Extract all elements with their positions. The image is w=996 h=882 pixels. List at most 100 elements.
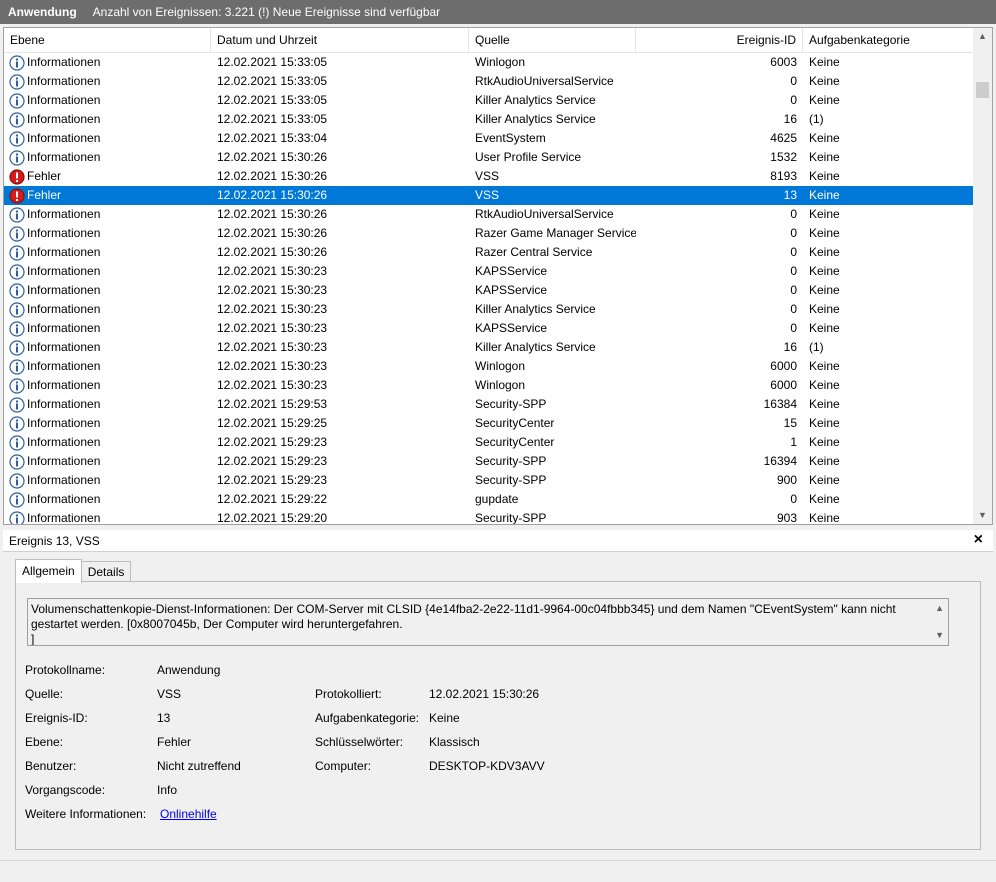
level-text: Informationen <box>27 131 101 145</box>
column-task-category[interactable]: Aufgabenkategorie <box>803 28 974 53</box>
cell-date: 12.02.2021 15:30:23 <box>217 283 328 297</box>
info-icon <box>9 225 25 242</box>
cell-event-id: 0 <box>790 74 797 88</box>
cell-source: RtkAudioUniversalService <box>475 207 614 221</box>
message-line: Volumenschattenkopie-Dienst-Informatione… <box>31 602 896 616</box>
cell-task-category: Keine <box>809 473 840 487</box>
logged-label: Protokolliert: <box>315 687 382 701</box>
info-icon <box>9 377 25 394</box>
level-text: Informationen <box>27 150 101 164</box>
close-icon[interactable]: × <box>974 531 983 549</box>
event-rows: Informationen 12.02.2021 15:33:05 Winlogon… <box>4 53 974 525</box>
tab-details[interactable]: Details <box>80 561 132 582</box>
info-icon <box>9 491 25 508</box>
table-row[interactable]: Informationen 12.02.2021 15:30:23 Killer A… <box>4 338 974 357</box>
cell-event-id: 16384 <box>763 397 797 411</box>
cell-event-id: 15 <box>783 416 797 430</box>
message-scroll-up-icon[interactable]: ▲ <box>935 601 944 616</box>
table-row[interactable]: Informationen 12.02.2021 15:30:23 KAPSServ… <box>4 319 974 338</box>
level-text: Informationen <box>27 378 101 392</box>
scroll-down-icon[interactable]: ▼ <box>973 507 992 524</box>
cell-date: 12.02.2021 15:30:23 <box>217 264 328 278</box>
log-name: Anwendung <box>8 5 77 19</box>
cell-source: Security-SPP <box>475 511 547 525</box>
cell-level: Informationen <box>4 338 211 357</box>
table-row[interactable]: Informationen 12.02.2021 15:33:05 RtkAudio… <box>4 72 974 91</box>
event-message[interactable]: Volumenschattenkopie-Dienst-Informatione… <box>27 598 949 646</box>
cell-date: 12.02.2021 15:29:23 <box>217 435 328 449</box>
cell-source: Security-SPP <box>475 454 547 468</box>
table-row[interactable]: Informationen 12.02.2021 15:30:23 Killer A… <box>4 300 974 319</box>
table-row[interactable]: Informationen 12.02.2021 15:30:23 Winlogon… <box>4 376 974 395</box>
task-category-value: Keine <box>429 711 460 725</box>
cell-task-category: Keine <box>809 188 840 202</box>
table-row[interactable]: Informationen 12.02.2021 15:33:05 Killer A… <box>4 91 974 110</box>
table-row[interactable]: Informationen 12.02.2021 15:33:04 EventSys… <box>4 129 974 148</box>
cell-source: KAPSService <box>475 321 548 335</box>
cell-event-id: 0 <box>790 302 797 316</box>
table-row[interactable]: Informationen 12.02.2021 15:29:23 Security… <box>4 433 974 452</box>
level-label: Ebene: <box>25 735 64 749</box>
cell-date: 12.02.2021 15:29:23 <box>217 454 328 468</box>
online-help-link[interactable]: Onlinehilfe <box>160 807 217 821</box>
table-row[interactable]: Informationen 12.02.2021 15:33:05 Killer A… <box>4 110 974 129</box>
column-level[interactable]: Ebene <box>4 28 211 53</box>
table-row[interactable]: Informationen 12.02.2021 15:30:26 Razer Ga… <box>4 224 974 243</box>
level-text: Informationen <box>27 454 101 468</box>
log-title-bar: Anwendung Anzahl von Ereignissen: 3.221 … <box>0 0 996 24</box>
column-date[interactable]: Datum und Uhrzeit <box>211 28 469 53</box>
table-row[interactable]: Informationen 12.02.2021 15:30:23 Winlogon… <box>4 357 974 376</box>
info-icon <box>9 434 25 451</box>
level-text: Informationen <box>27 283 101 297</box>
tab-general[interactable]: Allgemein <box>15 559 82 583</box>
cell-source: Security-SPP <box>475 397 547 411</box>
table-row[interactable]: Fehler 12.02.2021 15:30:26 VSS 8193 Keine <box>4 167 974 186</box>
detail-title: Ereignis 13, VSS <box>9 533 100 548</box>
message-scroll-down-icon[interactable]: ▼ <box>935 628 944 643</box>
info-icon <box>9 282 25 299</box>
scroll-thumb[interactable] <box>976 82 989 98</box>
level-text: Informationen <box>27 55 101 69</box>
cell-task-category: Keine <box>809 378 840 392</box>
cell-task-category: Keine <box>809 55 840 69</box>
cell-date: 12.02.2021 15:30:23 <box>217 321 328 335</box>
opcode-label: Vorgangscode: <box>25 783 106 797</box>
info-icon <box>9 206 25 223</box>
task-category-label: Aufgabenkategorie: <box>315 711 420 725</box>
column-source[interactable]: Quelle <box>469 28 636 53</box>
info-icon <box>9 301 25 318</box>
table-row[interactable]: Informationen 12.02.2021 15:29:23 Security… <box>4 452 974 471</box>
cell-event-id: 1532 <box>770 150 797 164</box>
table-row-selected[interactable]: Fehler 12.02.2021 15:30:26 VSS 13 Keine <box>4 186 974 205</box>
table-row[interactable]: Informationen 12.02.2021 15:29:22 gupdate 0… <box>4 490 974 509</box>
table-row[interactable]: Informationen 12.02.2021 15:30:23 KAPSServ… <box>4 262 974 281</box>
table-row[interactable]: Informationen 12.02.2021 15:30:23 KAPSServ… <box>4 281 974 300</box>
info-icon <box>9 415 25 432</box>
level-text: Fehler <box>27 188 62 202</box>
table-row[interactable]: Informationen 12.02.2021 15:29:20 Security… <box>4 509 974 525</box>
vertical-scrollbar[interactable]: ▲ ▼ <box>973 28 992 524</box>
table-row[interactable]: Informationen 12.02.2021 15:30:26 User Pro… <box>4 148 974 167</box>
cell-task-category: Keine <box>809 454 840 468</box>
cell-event-id: 0 <box>790 492 797 506</box>
table-row[interactable]: Informationen 12.02.2021 15:29:25 Security… <box>4 414 974 433</box>
event-list[interactable]: Ebene Datum und Uhrzeit Quelle Ereignis-… <box>3 27 993 525</box>
cell-task-category: Keine <box>809 264 840 278</box>
info-icon <box>9 358 25 375</box>
cell-level: Informationen <box>4 357 211 376</box>
scroll-up-icon[interactable]: ▲ <box>973 28 992 45</box>
cell-task-category: Keine <box>809 150 840 164</box>
cell-date: 12.02.2021 15:30:26 <box>217 150 328 164</box>
table-row[interactable]: Informationen 12.02.2021 15:33:05 Winlogon… <box>4 53 974 72</box>
cell-level: Informationen <box>4 281 211 300</box>
cell-task-category: Keine <box>809 302 840 316</box>
column-event-id[interactable]: Ereignis-ID <box>636 28 803 53</box>
table-row[interactable]: Informationen 12.02.2021 15:30:26 RtkAudio… <box>4 205 974 224</box>
level-text: Informationen <box>27 511 101 525</box>
table-row[interactable]: Informationen 12.02.2021 15:30:26 Razer Ce… <box>4 243 974 262</box>
info-icon <box>9 263 25 280</box>
info-icon <box>9 130 25 147</box>
cell-source: RtkAudioUniversalService <box>475 74 614 88</box>
table-row[interactable]: Informationen 12.02.2021 15:29:23 Security… <box>4 471 974 490</box>
table-row[interactable]: Informationen 12.02.2021 15:29:53 Security… <box>4 395 974 414</box>
